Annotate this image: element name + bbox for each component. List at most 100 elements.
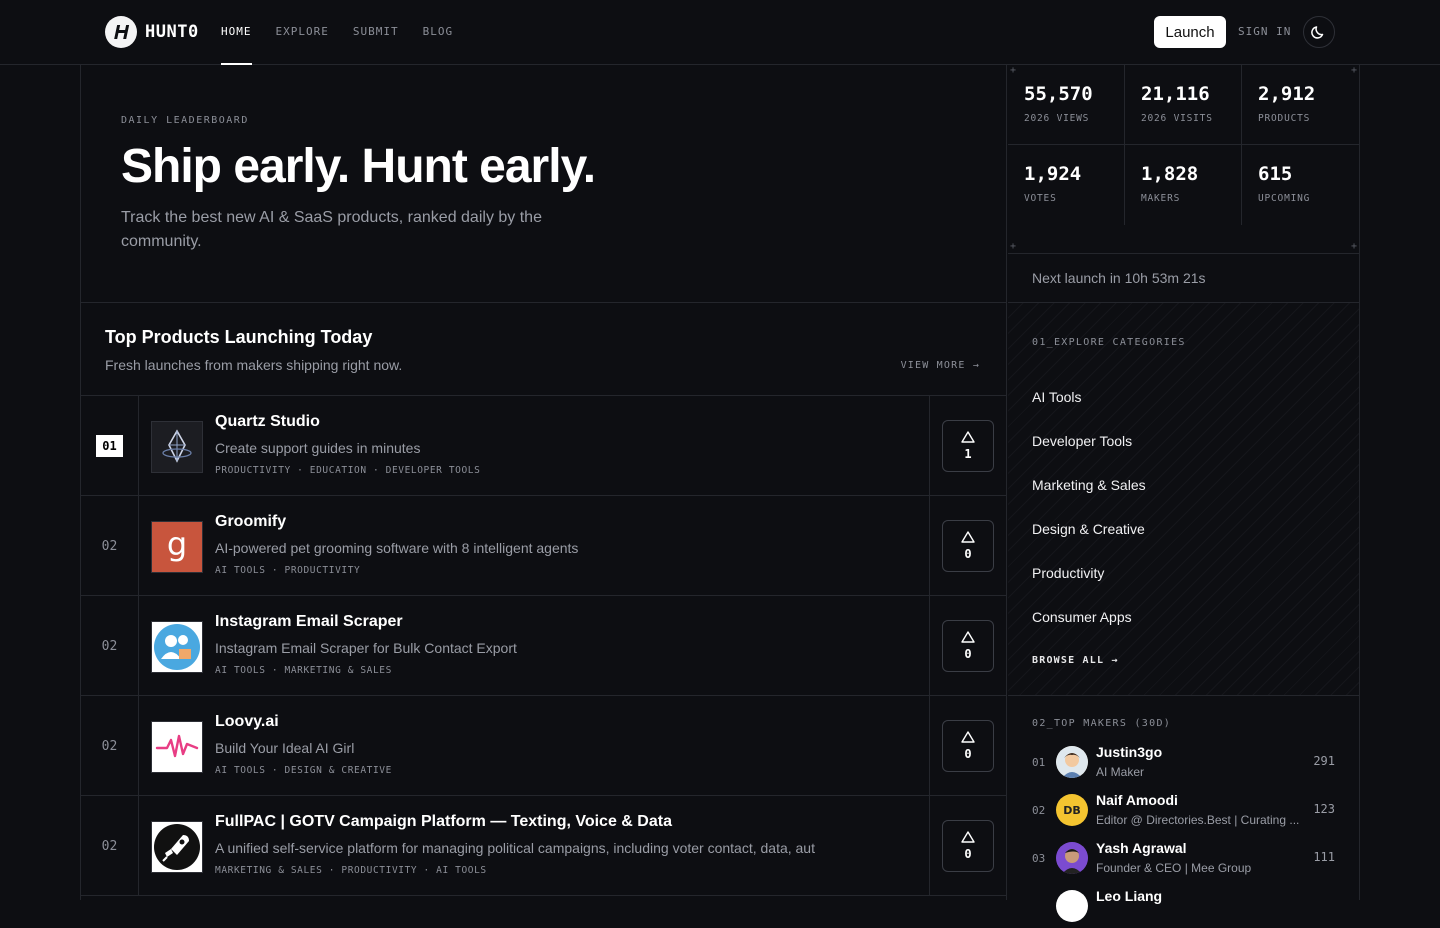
fullpac-logo-icon: [151, 821, 203, 873]
hero-kicker: DAILY LEADERBOARD: [121, 115, 249, 126]
hero-subtitle: Track the best new AI & SaaS products, r…: [121, 209, 542, 250]
vote-cell: 0: [929, 796, 1006, 896]
nav-submit[interactable]: SUBMIT: [353, 0, 399, 65]
rank-number: 02: [101, 638, 118, 654]
nav-explore[interactable]: EXPLORE: [276, 0, 329, 65]
section-title: Top Products Launching Today: [105, 327, 373, 347]
email-scraper-logo-icon: [151, 621, 203, 673]
avatar: [1056, 746, 1088, 778]
upvote-triangle-icon: [961, 731, 975, 743]
hunt0-logo-icon: [105, 16, 137, 48]
sign-in-link[interactable]: SIGN IN: [1238, 25, 1291, 38]
product-name[interactable]: FullPAC | GOTV Campaign Platform — Texti…: [215, 813, 672, 831]
corner-mark: +: [1350, 241, 1357, 252]
stat-value: 2,912: [1258, 83, 1316, 105]
stat-value: 21,116: [1141, 83, 1210, 105]
theme-toggle-button[interactable]: [1303, 16, 1335, 48]
maker-row[interactable]: 02 DB Naif Amoodi Editor @ Directories.B…: [1032, 792, 1335, 832]
product-tags: AI TOOLS · MARKETING & SALES: [215, 665, 392, 676]
vote-cell: 0: [929, 496, 1006, 596]
product-description: A unified self-service platform for mana…: [215, 840, 815, 856]
stat-label: 2026 VIEWS: [1024, 113, 1090, 124]
maker-rank: 02: [1032, 804, 1046, 817]
product-row[interactable]: 02 g Groomify AI-powered pet grooming so…: [81, 496, 1006, 596]
avatar: [1056, 842, 1088, 874]
categories-kicker: 01_EXPLORE CATEGORIES: [1032, 337, 1186, 348]
upvote-button[interactable]: 0: [942, 620, 994, 672]
launch-button[interactable]: Launch: [1154, 16, 1226, 48]
hero-section: DAILY LEADERBOARD Ship early. Hunt early…: [81, 65, 1007, 303]
avatar-initials: DB: [1063, 803, 1081, 817]
product-tags: AI TOOLS · DESIGN & CREATIVE: [215, 765, 392, 776]
vote-cell: 0: [929, 696, 1006, 796]
product-tags: MARKETING & SALES · PRODUCTIVITY · AI TO…: [215, 865, 487, 876]
products-section: Top Products Launching Today Fresh launc…: [81, 303, 1007, 900]
rank-number: 02: [101, 538, 118, 554]
product-name[interactable]: Quartz Studio: [215, 413, 320, 431]
top-makers-panel: 02_TOP MAKERS (30D) 01 Justin3go AI Make…: [1008, 696, 1359, 922]
maker-name[interactable]: Yash Agrawal: [1096, 840, 1187, 856]
product-name[interactable]: Instagram Email Scraper: [215, 613, 403, 631]
next-launch-countdown: Next launch in 10h 53m 21s: [1008, 253, 1359, 303]
product-row[interactable]: 02 Loovy.ai Build Your Ideal AI Girl AI …: [81, 696, 1006, 796]
stat-label: VOTES: [1024, 193, 1057, 204]
maker-role: Editor @ Directories.Best | Curating ...: [1096, 813, 1300, 827]
product-tags: AI TOOLS · PRODUCTIVITY: [215, 565, 361, 576]
maker-score: 291: [1313, 754, 1335, 768]
upvote-triangle-icon: [961, 831, 975, 843]
browse-all-link[interactable]: BROWSE ALL →: [1032, 655, 1119, 666]
product-description: Create support guides in minutes: [215, 440, 421, 456]
maker-row[interactable]: 03 Yash Agrawal Founder & CEO | Mee Grou…: [1032, 840, 1335, 880]
upvote-triangle-icon: [961, 431, 975, 443]
upvote-button[interactable]: 0: [942, 720, 994, 772]
maker-role: Founder & CEO | Mee Group: [1096, 861, 1252, 875]
upvote-button[interactable]: 0: [942, 820, 994, 872]
product-row[interactable]: 01 Quartz Studio Create support guides i…: [81, 396, 1006, 496]
brand-logo[interactable]: HUNT0: [105, 16, 199, 48]
maker-name[interactable]: Justin3go: [1096, 744, 1162, 760]
product-description: Instagram Email Scraper for Bulk Contact…: [215, 640, 517, 656]
upvote-button[interactable]: 1: [942, 420, 994, 472]
product-row[interactable]: 02 FullPAC | GOTV Campaign Platform — Te…: [81, 796, 1006, 896]
avatar: [1056, 890, 1088, 922]
main-nav: HOME EXPLORE SUBMIT BLOG: [221, 0, 453, 65]
loovy-logo-icon: [151, 721, 203, 773]
product-name[interactable]: Groomify: [215, 513, 286, 531]
nav-blog[interactable]: BLOG: [423, 0, 454, 65]
category-developer-tools[interactable]: Developer Tools: [1032, 433, 1132, 449]
maker-score: 111: [1313, 850, 1335, 864]
rank-cell: 01: [81, 396, 139, 496]
hero-title: Ship early. Hunt early.: [121, 140, 596, 193]
product-row[interactable]: 02 Instagram Email Scraper Instagram Ema…: [81, 596, 1006, 696]
upvote-button[interactable]: 0: [942, 520, 994, 572]
maker-name[interactable]: Naif Amoodi: [1096, 792, 1178, 808]
maker-row[interactable]: Leo Liang: [1032, 888, 1335, 928]
view-more-link[interactable]: VIEW MORE →: [901, 360, 980, 371]
stat-value: 55,570: [1024, 83, 1093, 105]
vote-count: 1: [964, 447, 972, 461]
category-marketing-sales[interactable]: Marketing & Sales: [1032, 477, 1146, 493]
upvote-triangle-icon: [961, 631, 975, 643]
rank-cell: 02: [81, 496, 139, 596]
nav-home[interactable]: HOME: [221, 0, 252, 65]
rank-number: 02: [101, 738, 118, 754]
vote-count: 0: [964, 847, 972, 861]
category-productivity[interactable]: Productivity: [1032, 565, 1104, 581]
category-consumer-apps[interactable]: Consumer Apps: [1032, 609, 1132, 625]
stat-label: 2026 VISITS: [1141, 113, 1213, 124]
stat-views: 55,570 2026 VIEWS: [1008, 65, 1125, 145]
stat-label: PRODUCTS: [1258, 113, 1311, 124]
maker-row[interactable]: 01 Justin3go AI Maker 291: [1032, 744, 1335, 784]
stat-visits: 21,116 2026 VISITS: [1125, 65, 1242, 145]
stat-value: 615: [1258, 163, 1293, 185]
upvote-triangle-icon: [961, 531, 975, 543]
moon-icon: [1311, 26, 1324, 39]
category-design-creative[interactable]: Design & Creative: [1032, 521, 1145, 537]
category-ai-tools[interactable]: AI Tools: [1032, 389, 1082, 405]
product-name[interactable]: Loovy.ai: [215, 713, 279, 731]
maker-score: 123: [1313, 802, 1335, 816]
makers-kicker: 02_TOP MAKERS (30D): [1032, 718, 1172, 729]
stat-products: 2,912 PRODUCTS: [1242, 65, 1359, 145]
maker-name[interactable]: Leo Liang: [1096, 888, 1162, 904]
stat-label: MAKERS: [1141, 193, 1181, 204]
